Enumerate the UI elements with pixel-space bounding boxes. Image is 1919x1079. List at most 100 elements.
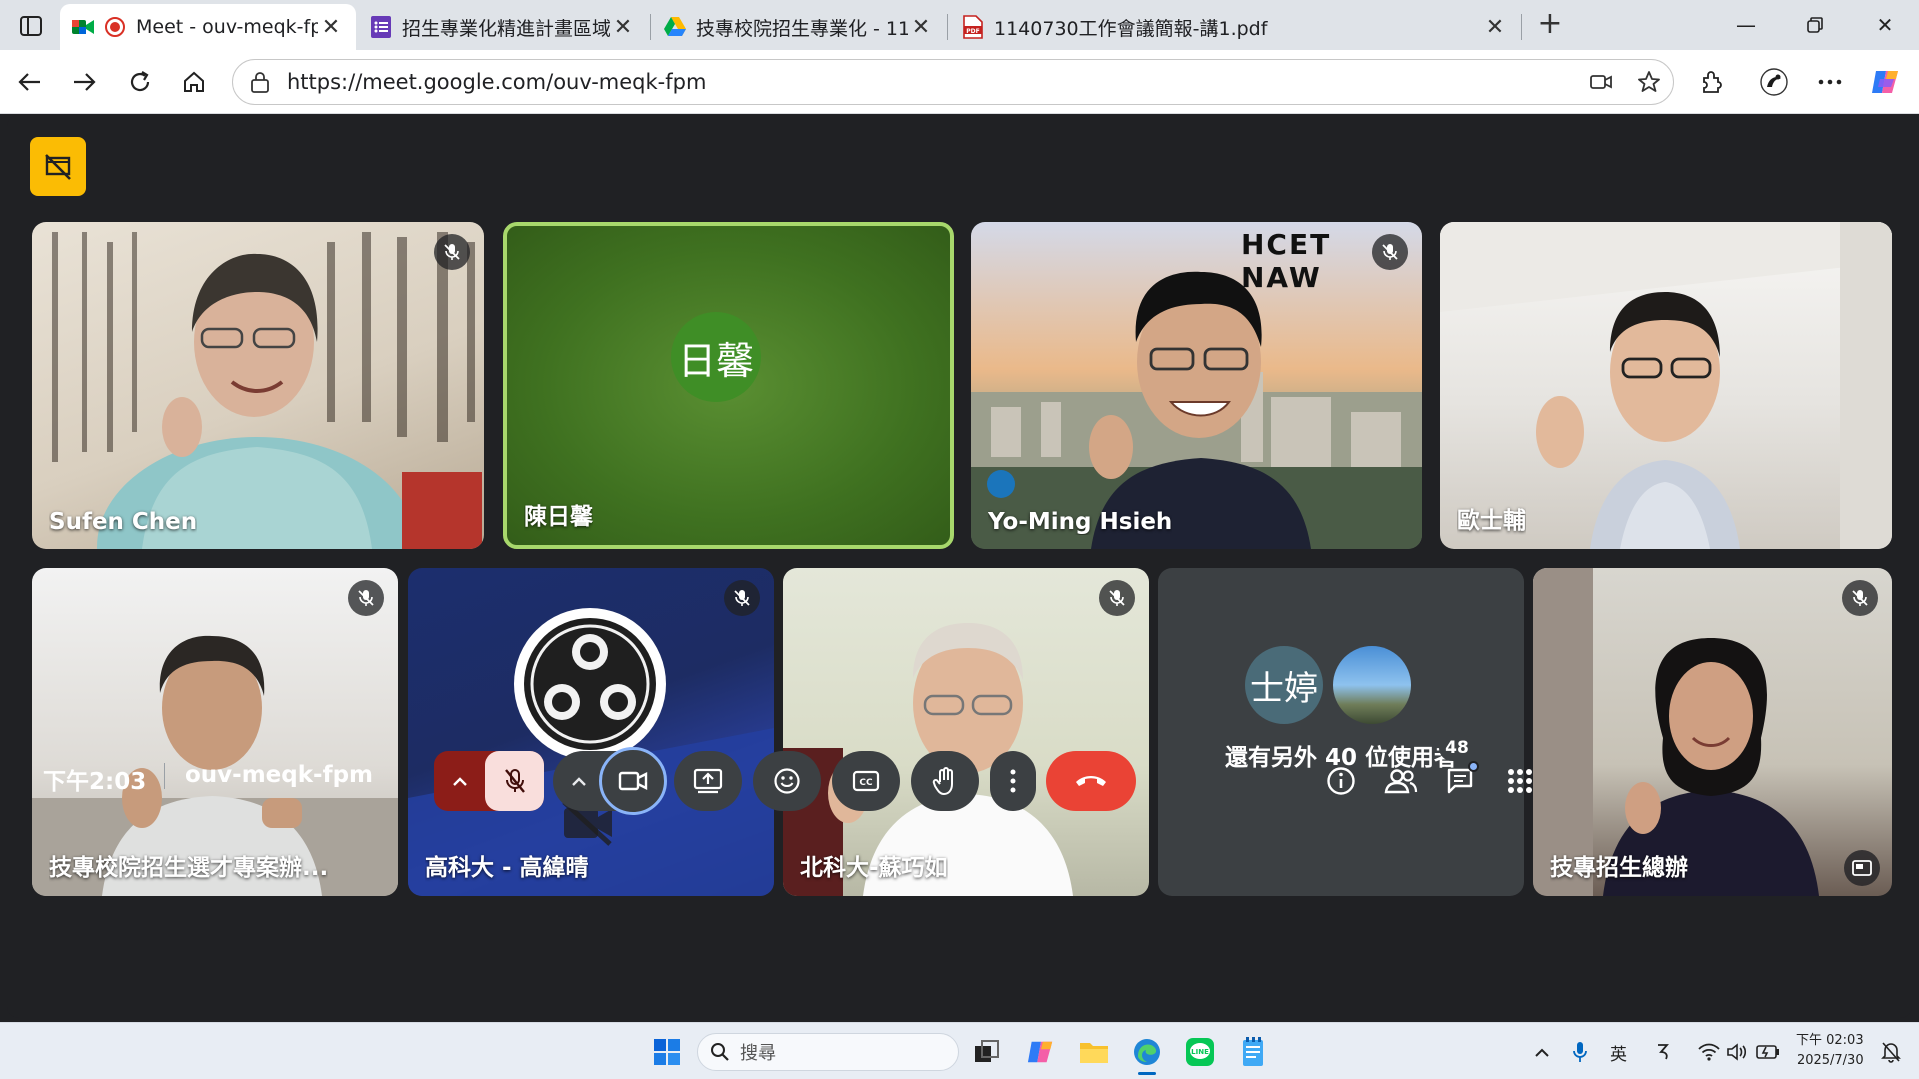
pip-icon[interactable] [1844,850,1880,886]
address-bar[interactable]: https://meet.google.com/ouv-meqk-fpm [232,59,1674,105]
url-text[interactable]: https://meet.google.com/ouv-meqk-fpm [287,70,1577,94]
participant-tile[interactable]: Sufen Chen [32,222,484,549]
google-forms-icon [370,16,392,38]
mic-off-icon [724,580,760,616]
mic-off-icon [348,580,384,616]
camera-toggle-button[interactable] [599,747,667,815]
notifications-bell-icon[interactable] [1874,1035,1908,1069]
ime-language-indicator[interactable]: 英 [1610,1040,1627,1065]
tab-title: 1140730工作會議簡報-講1.pdf [994,17,1268,40]
more-options-button[interactable] [990,751,1036,811]
audio-options-button[interactable] [434,751,486,811]
tab-pdf[interactable]: PDF 1140730工作會議簡報-講1.pdf ✕ [950,4,1520,50]
back-button[interactable] [12,64,48,100]
tab-drive[interactable]: 技專校院招生專業化 - 114年度第 ✕ [652,4,946,50]
others-avatar: 士婷 [1245,646,1323,724]
search-placeholder: 搜尋 [740,1043,776,1064]
taskbar-clock[interactable]: 下午 02:03 2025/7/30 [1796,1031,1864,1071]
present-screen-button[interactable] [674,751,742,811]
tab-divider [650,14,651,40]
chat-button[interactable] [1435,751,1487,811]
activities-button[interactable] [1494,751,1546,811]
others-tile[interactable]: 士婷 還有另外 40 位使用者 [1158,568,1524,896]
participant-tile[interactable]: 技專招生總辦 [1533,568,1892,896]
minimize-button[interactable]: — [1716,8,1776,42]
edge-browser-icon[interactable] [1130,1035,1164,1075]
site-info-icon[interactable] [247,71,273,93]
raise-hand-button[interactable] [911,751,979,811]
tab-title: Meet - ouv-meqk-fpm [136,16,318,38]
favorite-star-icon[interactable] [1625,70,1673,94]
tab-divider [1521,14,1522,40]
restore-button[interactable] [1785,8,1845,42]
google-meet-icon [72,16,94,38]
close-tab-icon[interactable]: ✕ [908,14,934,40]
taskbar-search-box[interactable]: 搜尋 [697,1033,959,1071]
tab-meet[interactable]: Meet - ouv-meqk-fpm ✕ [60,4,356,50]
google-drive-icon [664,16,686,38]
refresh-button[interactable] [122,64,158,100]
close-tab-icon[interactable]: ✕ [610,14,636,40]
close-tab-icon[interactable]: ✕ [1482,14,1508,40]
tab-actions-icon[interactable] [14,11,48,41]
svg-text:CC: CC [859,778,873,788]
participant-name: 技專招生總辦 [1550,855,1688,881]
close-window-button[interactable]: ✕ [1855,8,1915,42]
copilot-icon[interactable] [1868,64,1904,100]
home-button[interactable] [176,64,212,100]
tab-divider [947,14,948,40]
tab-title: 技專校院招生專業化 - 114年度第 [696,17,908,40]
forward-button[interactable] [66,64,102,100]
video-options-button[interactable] [553,751,605,811]
taskbar-time: 下午 02:03 [1796,1033,1864,1048]
notepad-icon[interactable] [1236,1035,1270,1069]
office-backdrop [32,635,398,896]
show-hidden-icons-chevron[interactable] [1525,1035,1559,1069]
file-explorer-icon[interactable] [1077,1035,1111,1069]
participant-tile-active-speaker[interactable]: 日馨 陳日馨 [503,222,954,549]
line-app-icon[interactable]: LINE [1183,1035,1217,1069]
tab-title: 招生專業化精進計畫區域中心學校 [402,17,610,40]
taskbar-date: 2025/7/30 [1796,1053,1864,1068]
windows-start-icon[interactable] [650,1035,684,1069]
camera-in-use-icon[interactable] [1577,74,1625,90]
obs-logo-icon [514,608,666,760]
more-options-icon[interactable] [1812,64,1848,100]
pdf-file-icon: PDF [962,15,984,39]
svg-text:PDF: PDF [966,28,979,35]
participant-name: 陳日馨 [524,504,593,530]
host-controls-notice-icon[interactable] [30,137,86,196]
captions-button[interactable]: CC [832,751,900,811]
participant-tile[interactable]: 技專校院招生選才專案辦... [32,568,398,896]
leave-call-button[interactable] [1046,751,1136,811]
microphone-toggle-button[interactable] [485,751,544,811]
tab-forms[interactable]: 招生專業化精進計畫區域中心學校 ✕ [358,4,648,50]
copilot-app-icon[interactable] [1024,1035,1058,1069]
extensions-icon[interactable] [1694,64,1730,100]
close-tab-icon[interactable]: ✕ [318,14,344,40]
ime-mode-icon[interactable] [1646,1035,1680,1069]
participant-name: 高科大 - 高緯晴 [425,855,589,881]
participant-tile[interactable]: 北科大-蘇巧如 [783,568,1149,896]
profile-avatar[interactable] [1756,64,1792,100]
participant-tile[interactable]: HCET NAW Yo-Ming Hsieh [971,222,1422,549]
divider [164,763,165,789]
task-view-icon[interactable] [970,1035,1004,1069]
new-tab-button[interactable]: + [1535,9,1565,40]
avatar-initials: 日馨 [677,338,754,383]
participant-name: Sufen Chen [49,509,198,535]
meeting-details-button[interactable] [1315,751,1367,811]
participant-tile[interactable]: 歐士輔 [1440,222,1892,549]
mic-off-icon [434,234,470,270]
reactions-button[interactable] [753,751,821,811]
battery-icon[interactable] [1751,1035,1785,1069]
mic-off-icon [1842,580,1878,616]
microphone-tray-icon[interactable] [1563,1035,1597,1069]
room-backdrop [783,623,1073,896]
participant-tile[interactable]: 高科大 - 高緯晴 [408,568,774,896]
avatar-initials: 士婷 [1250,668,1318,709]
people-button[interactable] [1375,751,1427,811]
volume-icon[interactable] [1720,1035,1754,1069]
office-backdrop [1440,222,1892,549]
mic-off-icon [1099,580,1135,616]
